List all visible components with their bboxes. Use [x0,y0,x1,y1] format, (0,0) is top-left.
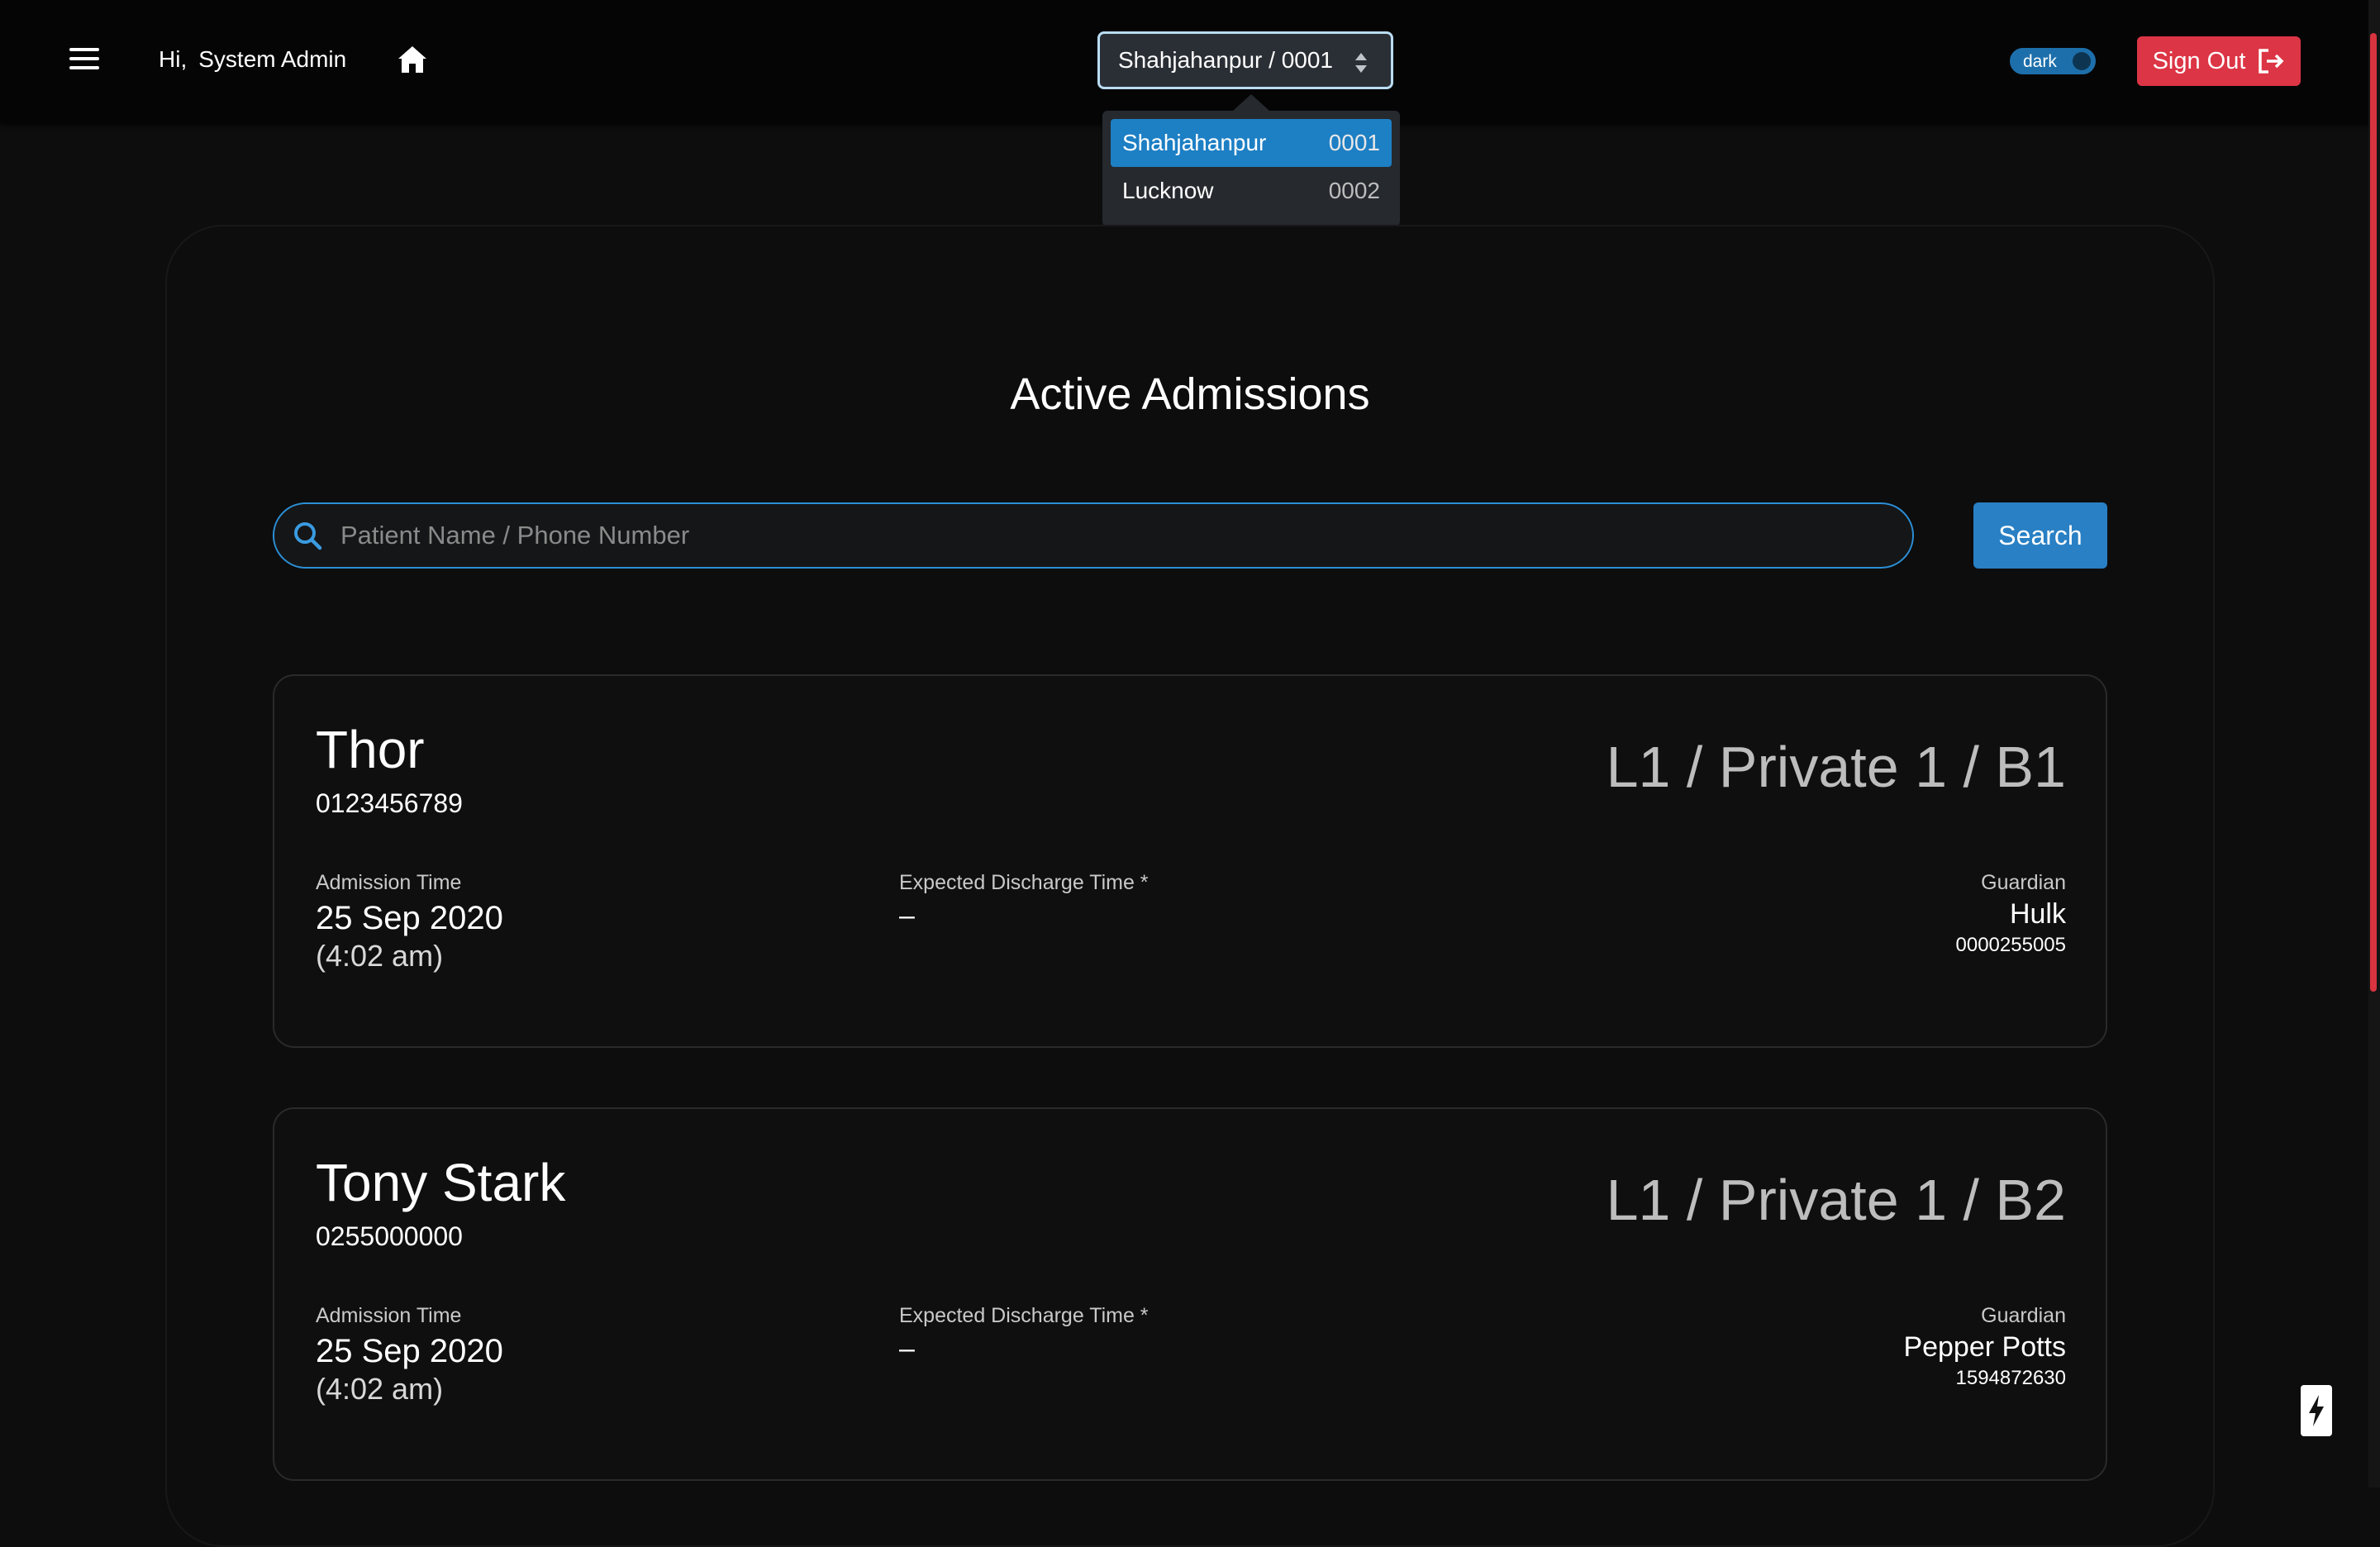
expected-discharge-value: – [899,1333,915,1364]
branch-option-name: Shahjahanpur [1122,130,1267,155]
theme-toggle[interactable]: dark [2010,48,2096,74]
menu-icon[interactable] [69,48,99,73]
search-box [273,502,1914,569]
scrollbar-thumb[interactable] [2370,33,2377,992]
search-button[interactable]: Search [1973,502,2107,569]
branch-option-code: 0002 [1328,178,1380,203]
admission-date: 25 Sep 2020 [316,900,503,936]
branch-option-code: 0001 [1328,130,1380,155]
admission-time-block: Admission Time 25 Sep 2020 (4:02 am) [316,1304,503,1407]
guardian-name: Pepper Potts [1903,1331,2066,1363]
expected-discharge-label: Expected Discharge Time * [899,1304,1149,1327]
admission-date: 25 Sep 2020 [316,1333,503,1369]
bed-location: L1 / Private 1 / B2 [1606,1168,2066,1232]
sign-out-label: Sign Out [2152,47,2246,74]
branch-select-value: Shahjahanpur / 0001 [1118,47,1333,73]
patient-phone: 0255000000 [316,1221,463,1251]
bolt-glyph [2309,1395,2324,1426]
sign-out-button[interactable]: Sign Out [2137,36,2301,86]
dropdown-pointer [1233,94,1269,111]
sort-caret-icon [1355,53,1367,73]
branch-option-lucknow[interactable]: Lucknow 0002 [1111,167,1392,215]
admission-clock: (4:02 am) [316,1372,444,1406]
search-icon [294,522,322,550]
guardian-label: Guardian [1981,1304,2066,1327]
expected-discharge-label: Expected Discharge Time * [899,871,1149,894]
home-icon[interactable] [397,45,428,74]
guardian-block: Guardian Pepper Potts 1594872630 [1903,1304,2066,1390]
guardian-label: Guardian [1981,871,2066,894]
bolt-icon[interactable] [2301,1385,2332,1436]
user-name: System Admin [198,46,347,72]
patient-phone: 0123456789 [316,788,463,818]
user-greeting: Hi, System Admin [159,46,346,73]
sign-out-icon [2259,49,2284,74]
expected-discharge-value: – [899,900,915,931]
theme-toggle-knob [2073,52,2091,70]
guardian-block: Guardian Hulk 0000255005 [1956,871,2066,957]
guardian-phone: 0000255005 [1955,934,2066,956]
guardian-phone: 1594872630 [1955,1367,2066,1389]
guardian-name: Hulk [2009,898,2066,930]
admission-time-label: Admission Time [316,871,462,894]
branch-option-shahjahanpur[interactable]: Shahjahanpur 0001 [1111,119,1392,167]
admission-card[interactable]: Tony Stark 0255000000 L1 / Private 1 / B… [273,1107,2107,1481]
branch-dropdown-menu: Shahjahanpur 0001 Lucknow 0002 [1102,111,1400,226]
admission-time-label: Admission Time [316,1304,462,1327]
expected-discharge-block: Expected Discharge Time * – [899,1304,1149,1365]
patient-name: Tony Stark [316,1153,566,1212]
bed-location: L1 / Private 1 / B1 [1606,735,2066,799]
theme-toggle-label: dark [2023,52,2057,71]
search-input[interactable] [339,520,1896,551]
admission-clock: (4:02 am) [316,939,444,973]
patient-name: Thor [316,720,425,779]
top-navbar: Hi, System Admin Shahjahanpur / 0001 dark… [0,0,2380,124]
greeting-text: Hi, [159,46,188,72]
page-title: Active Admissions [1010,369,1370,419]
admission-card[interactable]: Thor 0123456789 L1 / Private 1 / B1 Admi… [273,674,2107,1048]
branch-select[interactable]: Shahjahanpur / 0001 [1097,31,1393,89]
admission-time-block: Admission Time 25 Sep 2020 (4:02 am) [316,871,503,973]
branch-option-name: Lucknow [1122,178,1214,203]
expected-discharge-block: Expected Discharge Time * – [899,871,1149,932]
page-scrollbar[interactable] [2368,0,2380,1488]
